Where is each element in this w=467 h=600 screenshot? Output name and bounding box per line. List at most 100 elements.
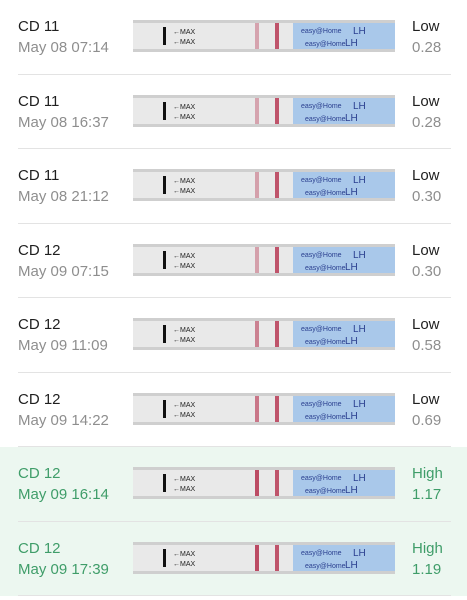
- cycle-day-label: CD 11: [18, 167, 60, 184]
- row-divider: [18, 595, 451, 596]
- result-ratio: 0.58: [412, 337, 442, 354]
- svg-text:easy@Home: easy@Home: [301, 326, 342, 333]
- control-line: [275, 23, 279, 49]
- reading-row[interactable]: CD 12 May 09 17:39 High 1.19 easy@Home LH LH ea…: [0, 521, 467, 596]
- max-label-upper: ←MAX: [173, 104, 196, 111]
- svg-text:easy@Home: easy@Home: [305, 190, 346, 197]
- test-line: [255, 321, 259, 347]
- test-strip-photo[interactable]: easy@Home LH LH easy@Home ←MAX ←MAX: [133, 169, 395, 201]
- test-strip-photo[interactable]: easy@Home LH LH easy@Home ←MAX ←MAX: [133, 318, 395, 350]
- max-label-lower: ←MAX: [173, 337, 196, 344]
- result-ratio: 0.30: [412, 262, 442, 280]
- cycle-day-label: CD 12: [18, 390, 61, 408]
- svg-text:LH: LH: [345, 411, 358, 422]
- reading-row[interactable]: CD 12 May 09 11:09 Low 0.58 easy@Home LH LH eas…: [0, 298, 467, 373]
- test-line: [255, 23, 259, 49]
- control-line: [275, 97, 279, 124]
- svg-text:LH: LH: [353, 250, 366, 261]
- svg-text:LH: LH: [345, 336, 358, 347]
- svg-text:easy@Home: easy@Home: [305, 41, 346, 48]
- svg-text:easy@Home: easy@Home: [301, 401, 342, 408]
- test-strip-photo[interactable]: easy@Home LH LH easy@Home ←MAX ←MAX: [133, 467, 395, 499]
- result-level: Low: [412, 241, 440, 259]
- max-label-lower: ←MAX: [173, 39, 196, 46]
- result-ratio: 1.17: [412, 486, 442, 503]
- svg-text:LH: LH: [345, 560, 358, 571]
- svg-text:LH: LH: [345, 262, 358, 273]
- svg-text:easy@Home: easy@Home: [305, 116, 346, 123]
- reading-datetime: May 09 17:39: [18, 560, 109, 578]
- reading-row[interactable]: CD 11 May 08 16:37 Low 0.28 easy@Home LH LH eas…: [0, 75, 467, 149]
- reading-datetime: May 08 07:14: [18, 39, 109, 56]
- result-level: Low: [412, 92, 440, 110]
- max-label-upper: ←MAX: [173, 29, 196, 36]
- test-strip-photo[interactable]: easy@Home LH LH easy@Home ←MAX ←MAX: [133, 20, 395, 52]
- max-label-lower: ←MAX: [173, 263, 196, 270]
- svg-text:LH: LH: [345, 38, 358, 49]
- svg-text:easy@Home: easy@Home: [305, 265, 346, 272]
- test-line: [255, 246, 259, 273]
- result-level: Low: [412, 18, 440, 35]
- cycle-day-label: CD 11: [18, 92, 60, 110]
- max-label-upper: ←MAX: [173, 253, 196, 260]
- reading-row[interactable]: CD 12 May 09 16:14 High 1.17 easy@Home LH LH ea…: [0, 447, 467, 522]
- result-ratio: 1.19: [412, 560, 442, 578]
- svg-text:LH: LH: [353, 26, 366, 37]
- reading-datetime: May 08 16:37: [18, 113, 109, 131]
- control-line: [275, 470, 279, 496]
- result-ratio: 0.28: [412, 39, 442, 56]
- result-ratio: 0.69: [412, 411, 442, 429]
- svg-text:LH: LH: [345, 485, 358, 496]
- test-strip-photo[interactable]: easy@Home LH LH easy@Home ←MAX ←MAX: [133, 392, 395, 425]
- cycle-day-label: CD 12: [18, 241, 61, 259]
- cycle-day-label: CD 11: [18, 18, 60, 35]
- svg-text:easy@Home: easy@Home: [305, 339, 346, 346]
- svg-text:LH: LH: [345, 187, 358, 198]
- result-level: High: [412, 539, 443, 557]
- result-ratio: 0.28: [412, 113, 442, 131]
- svg-text:LH: LH: [345, 113, 358, 124]
- svg-text:easy@Home: easy@Home: [301, 28, 342, 35]
- test-line: [255, 395, 259, 422]
- test-strip-photo[interactable]: easy@Home LH LH easy@Home ←MAX ←MAX: [133, 94, 395, 127]
- result-level: Low: [412, 167, 440, 184]
- max-label-lower: ←MAX: [173, 114, 196, 121]
- reading-row[interactable]: CD 12 May 09 07:15 Low 0.30 easy@Home LH LH eas…: [0, 224, 467, 298]
- reading-datetime: May 09 07:15: [18, 262, 109, 280]
- test-line: [255, 470, 259, 496]
- max-label-lower: ←MAX: [173, 412, 196, 419]
- max-label-upper: ←MAX: [173, 402, 196, 409]
- svg-text:LH: LH: [353, 399, 366, 410]
- max-label-lower: ←MAX: [173, 188, 196, 195]
- max-label-upper: ←MAX: [173, 476, 196, 483]
- control-line: [275, 544, 279, 571]
- reading-row[interactable]: CD 11 May 08 21:12 Low 0.30 easy@Home LH LH eas…: [0, 149, 467, 224]
- control-line: [275, 395, 279, 422]
- reading-datetime: May 09 16:14: [18, 486, 109, 503]
- svg-text:easy@Home: easy@Home: [305, 488, 346, 495]
- cycle-day-label: CD 12: [18, 465, 61, 482]
- result-ratio: 0.30: [412, 188, 442, 205]
- max-label-lower: ←MAX: [173, 561, 196, 568]
- control-line: [275, 172, 279, 198]
- test-line: [255, 544, 259, 571]
- test-strip-photo[interactable]: easy@Home LH LH easy@Home ←MAX ←MAX: [133, 243, 395, 276]
- max-label-upper: ←MAX: [173, 327, 196, 334]
- svg-text:LH: LH: [353, 175, 366, 186]
- svg-text:LH: LH: [353, 548, 366, 559]
- reading-row[interactable]: CD 11 May 08 07:14 Low 0.28 easy@Home LH LH eas…: [0, 0, 467, 75]
- cycle-day-label: CD 12: [18, 539, 61, 557]
- svg-text:easy@Home: easy@Home: [305, 563, 346, 570]
- max-label-lower: ←MAX: [173, 486, 196, 493]
- result-level: Low: [412, 390, 440, 408]
- test-line: [255, 172, 259, 198]
- svg-text:LH: LH: [353, 473, 366, 484]
- max-label-upper: ←MAX: [173, 551, 196, 558]
- result-level: High: [412, 465, 443, 482]
- max-label-upper: ←MAX: [173, 178, 196, 185]
- test-strip-photo[interactable]: easy@Home LH LH easy@Home ←MAX ←MAX: [133, 541, 395, 574]
- reading-datetime: May 09 11:09: [18, 337, 108, 354]
- svg-text:easy@Home: easy@Home: [301, 103, 342, 110]
- reading-row[interactable]: CD 12 May 09 14:22 Low 0.69 easy@Home LH LH eas…: [0, 373, 467, 447]
- cycle-day-label: CD 12: [18, 316, 61, 333]
